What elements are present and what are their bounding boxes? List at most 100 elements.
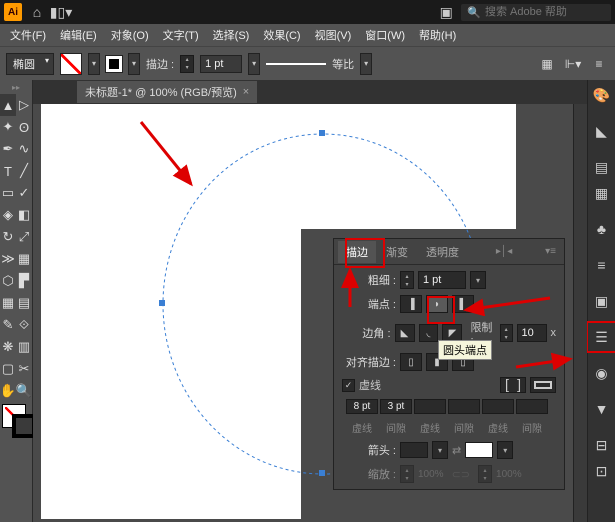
- corner-round-button[interactable]: ◟: [419, 324, 439, 342]
- eraser-tool[interactable]: ◧: [16, 204, 32, 226]
- transform-icon[interactable]: ⊩▾: [563, 54, 583, 74]
- corner-miter-button[interactable]: ◣: [395, 324, 415, 342]
- swatches-panel-icon[interactable]: ◣: [590, 119, 614, 143]
- stroke-dropdown[interactable]: ▾: [128, 53, 140, 75]
- zoom-tool[interactable]: 🔍: [16, 380, 32, 402]
- scale-tool[interactable]: ⤢: [16, 226, 32, 248]
- dash-1-input[interactable]: [346, 399, 378, 414]
- limit-stepper[interactable]: ▴▾: [500, 324, 513, 342]
- symbols-panel-icon[interactable]: ▦: [590, 181, 614, 205]
- home-icon[interactable]: ⌂: [28, 3, 46, 21]
- cap-butt-button[interactable]: ▐: [400, 295, 422, 313]
- limit-field[interactable]: [517, 324, 547, 342]
- stroke-panel[interactable]: 描边 渐变 透明度 ▸│◂ ▾≡ 粗细 : ▴▾ ▾ 端点 : ▐ ◗ ▌ 边角…: [333, 238, 565, 490]
- menu-file[interactable]: 文件(F): [4, 25, 52, 45]
- gradient-tool[interactable]: ▤: [16, 292, 32, 314]
- arrow-start-swatch[interactable]: [400, 442, 428, 458]
- vertical-scrollbar[interactable]: [573, 104, 587, 522]
- weight-dropdown[interactable]: ▾: [470, 271, 486, 289]
- pen-tool[interactable]: ✒: [0, 138, 16, 160]
- gap-2-input[interactable]: [448, 399, 480, 414]
- weight-field[interactable]: [418, 271, 466, 289]
- stroke-weight-dd[interactable]: ▾: [248, 53, 260, 75]
- stroke-panel-icon[interactable]: ≡: [590, 253, 614, 277]
- tab-transparency[interactable]: 透明度: [418, 241, 467, 263]
- direct-selection-tool[interactable]: ▷: [16, 94, 32, 116]
- sync-icon[interactable]: ▣: [437, 3, 455, 21]
- align-options-icon[interactable]: ▦: [537, 54, 557, 74]
- swap-arrows-icon[interactable]: ⇄: [452, 444, 461, 457]
- curvature-tool[interactable]: ∿: [16, 138, 32, 160]
- shaper-tool[interactable]: ◈: [0, 204, 16, 226]
- club-icon[interactable]: ♣: [590, 217, 614, 241]
- dash-3-input[interactable]: [482, 399, 514, 414]
- rotate-tool[interactable]: ↻: [0, 226, 16, 248]
- lasso-tool[interactable]: ʘ: [16, 116, 32, 138]
- arrange-icon[interactable]: ▮▯▾: [52, 3, 70, 21]
- blend-tool[interactable]: ⟐: [16, 314, 32, 336]
- help-search[interactable]: 🔍: [461, 4, 611, 21]
- free-transform-tool[interactable]: ▦: [16, 248, 32, 270]
- menu-view[interactable]: 视图(V): [309, 25, 358, 45]
- menu-effect[interactable]: 效果(C): [257, 25, 306, 45]
- graphic-styles-icon[interactable]: ▼: [590, 397, 614, 421]
- weight-stepper[interactable]: ▴▾: [400, 271, 414, 289]
- gap-3-input[interactable]: [516, 399, 548, 414]
- mesh-tool[interactable]: ▦: [0, 292, 16, 314]
- menu-object[interactable]: 对象(O): [105, 25, 155, 45]
- dashed-checkbox[interactable]: ✓: [342, 379, 355, 392]
- eyedropper-tool[interactable]: ✎: [0, 314, 16, 336]
- rectangle-tool[interactable]: ▭: [0, 182, 16, 204]
- menu-help[interactable]: 帮助(H): [413, 25, 462, 45]
- stroke-weight-input[interactable]: [200, 55, 242, 73]
- align-panel-icon[interactable]: ⊟: [590, 433, 614, 457]
- stroke-swatch[interactable]: [106, 56, 122, 72]
- align-center-button[interactable]: ▯: [400, 353, 422, 371]
- menu-select[interactable]: 选择(S): [207, 25, 256, 45]
- fill-swatch[interactable]: [60, 53, 82, 75]
- appearance-panel-icon[interactable]: ◉: [590, 361, 614, 385]
- menu-edit[interactable]: 编辑(E): [54, 25, 103, 45]
- menu-window[interactable]: 窗口(W): [359, 25, 411, 45]
- arrow-start-dd[interactable]: ▾: [432, 441, 448, 459]
- menu-icon[interactable]: ≡: [589, 54, 609, 74]
- dash-align-preserve-button[interactable]: [500, 377, 526, 393]
- variable-dd[interactable]: ▾: [360, 53, 372, 75]
- panel-menu-icon[interactable]: ▾≡: [541, 246, 560, 257]
- line-tool[interactable]: ╱: [16, 160, 32, 182]
- hand-tool[interactable]: ✋: [0, 380, 16, 402]
- fill-stroke-toggle[interactable]: [0, 402, 32, 448]
- tab-stroke[interactable]: 描边: [338, 241, 376, 263]
- perspective-tool[interactable]: ▛: [16, 270, 32, 292]
- search-input[interactable]: [485, 6, 605, 18]
- graph-tool[interactable]: ▥: [16, 336, 32, 358]
- type-tool[interactable]: T: [0, 160, 16, 182]
- brushes-panel-icon[interactable]: ▤: [590, 155, 614, 179]
- tab-gradient[interactable]: 渐变: [378, 241, 416, 263]
- fill-dropdown[interactable]: ▾: [88, 53, 100, 75]
- transform-panel-icon[interactable]: ⊡: [590, 459, 614, 483]
- arrow-end-dd[interactable]: ▾: [497, 441, 513, 459]
- magic-wand-tool[interactable]: ✦: [0, 116, 16, 138]
- slice-tool[interactable]: ✂: [16, 358, 32, 380]
- color-panel-icon[interactable]: 🎨: [590, 83, 614, 107]
- tool-collapse[interactable]: ▸▸: [0, 80, 32, 94]
- artboard-tool[interactable]: ▢: [0, 358, 16, 380]
- shape-selector[interactable]: 椭圆: [6, 53, 54, 75]
- menu-type[interactable]: 文字(T): [157, 25, 205, 45]
- cap-projecting-button[interactable]: ▌: [452, 295, 474, 313]
- weight-stepper[interactable]: ▴▾: [180, 55, 194, 73]
- shape-builder-tool[interactable]: ⬡: [0, 270, 16, 292]
- gap-1-input[interactable]: [380, 399, 412, 414]
- dash-align-corners-button[interactable]: [530, 377, 556, 393]
- symbol-sprayer-tool[interactable]: ❋: [0, 336, 16, 358]
- paintbrush-tool[interactable]: ✓: [16, 182, 32, 204]
- selection-tool[interactable]: ▲: [0, 94, 16, 116]
- panel-collapse-icon[interactable]: ▸│◂: [492, 246, 516, 257]
- properties-panel-icon[interactable]: ☰: [590, 325, 614, 349]
- cap-round-button[interactable]: ◗: [426, 295, 448, 313]
- dash-2-input[interactable]: [414, 399, 446, 414]
- width-tool[interactable]: ≫: [0, 248, 16, 270]
- layers-panel-icon[interactable]: ▣: [590, 289, 614, 313]
- arrow-end-swatch[interactable]: [465, 442, 493, 458]
